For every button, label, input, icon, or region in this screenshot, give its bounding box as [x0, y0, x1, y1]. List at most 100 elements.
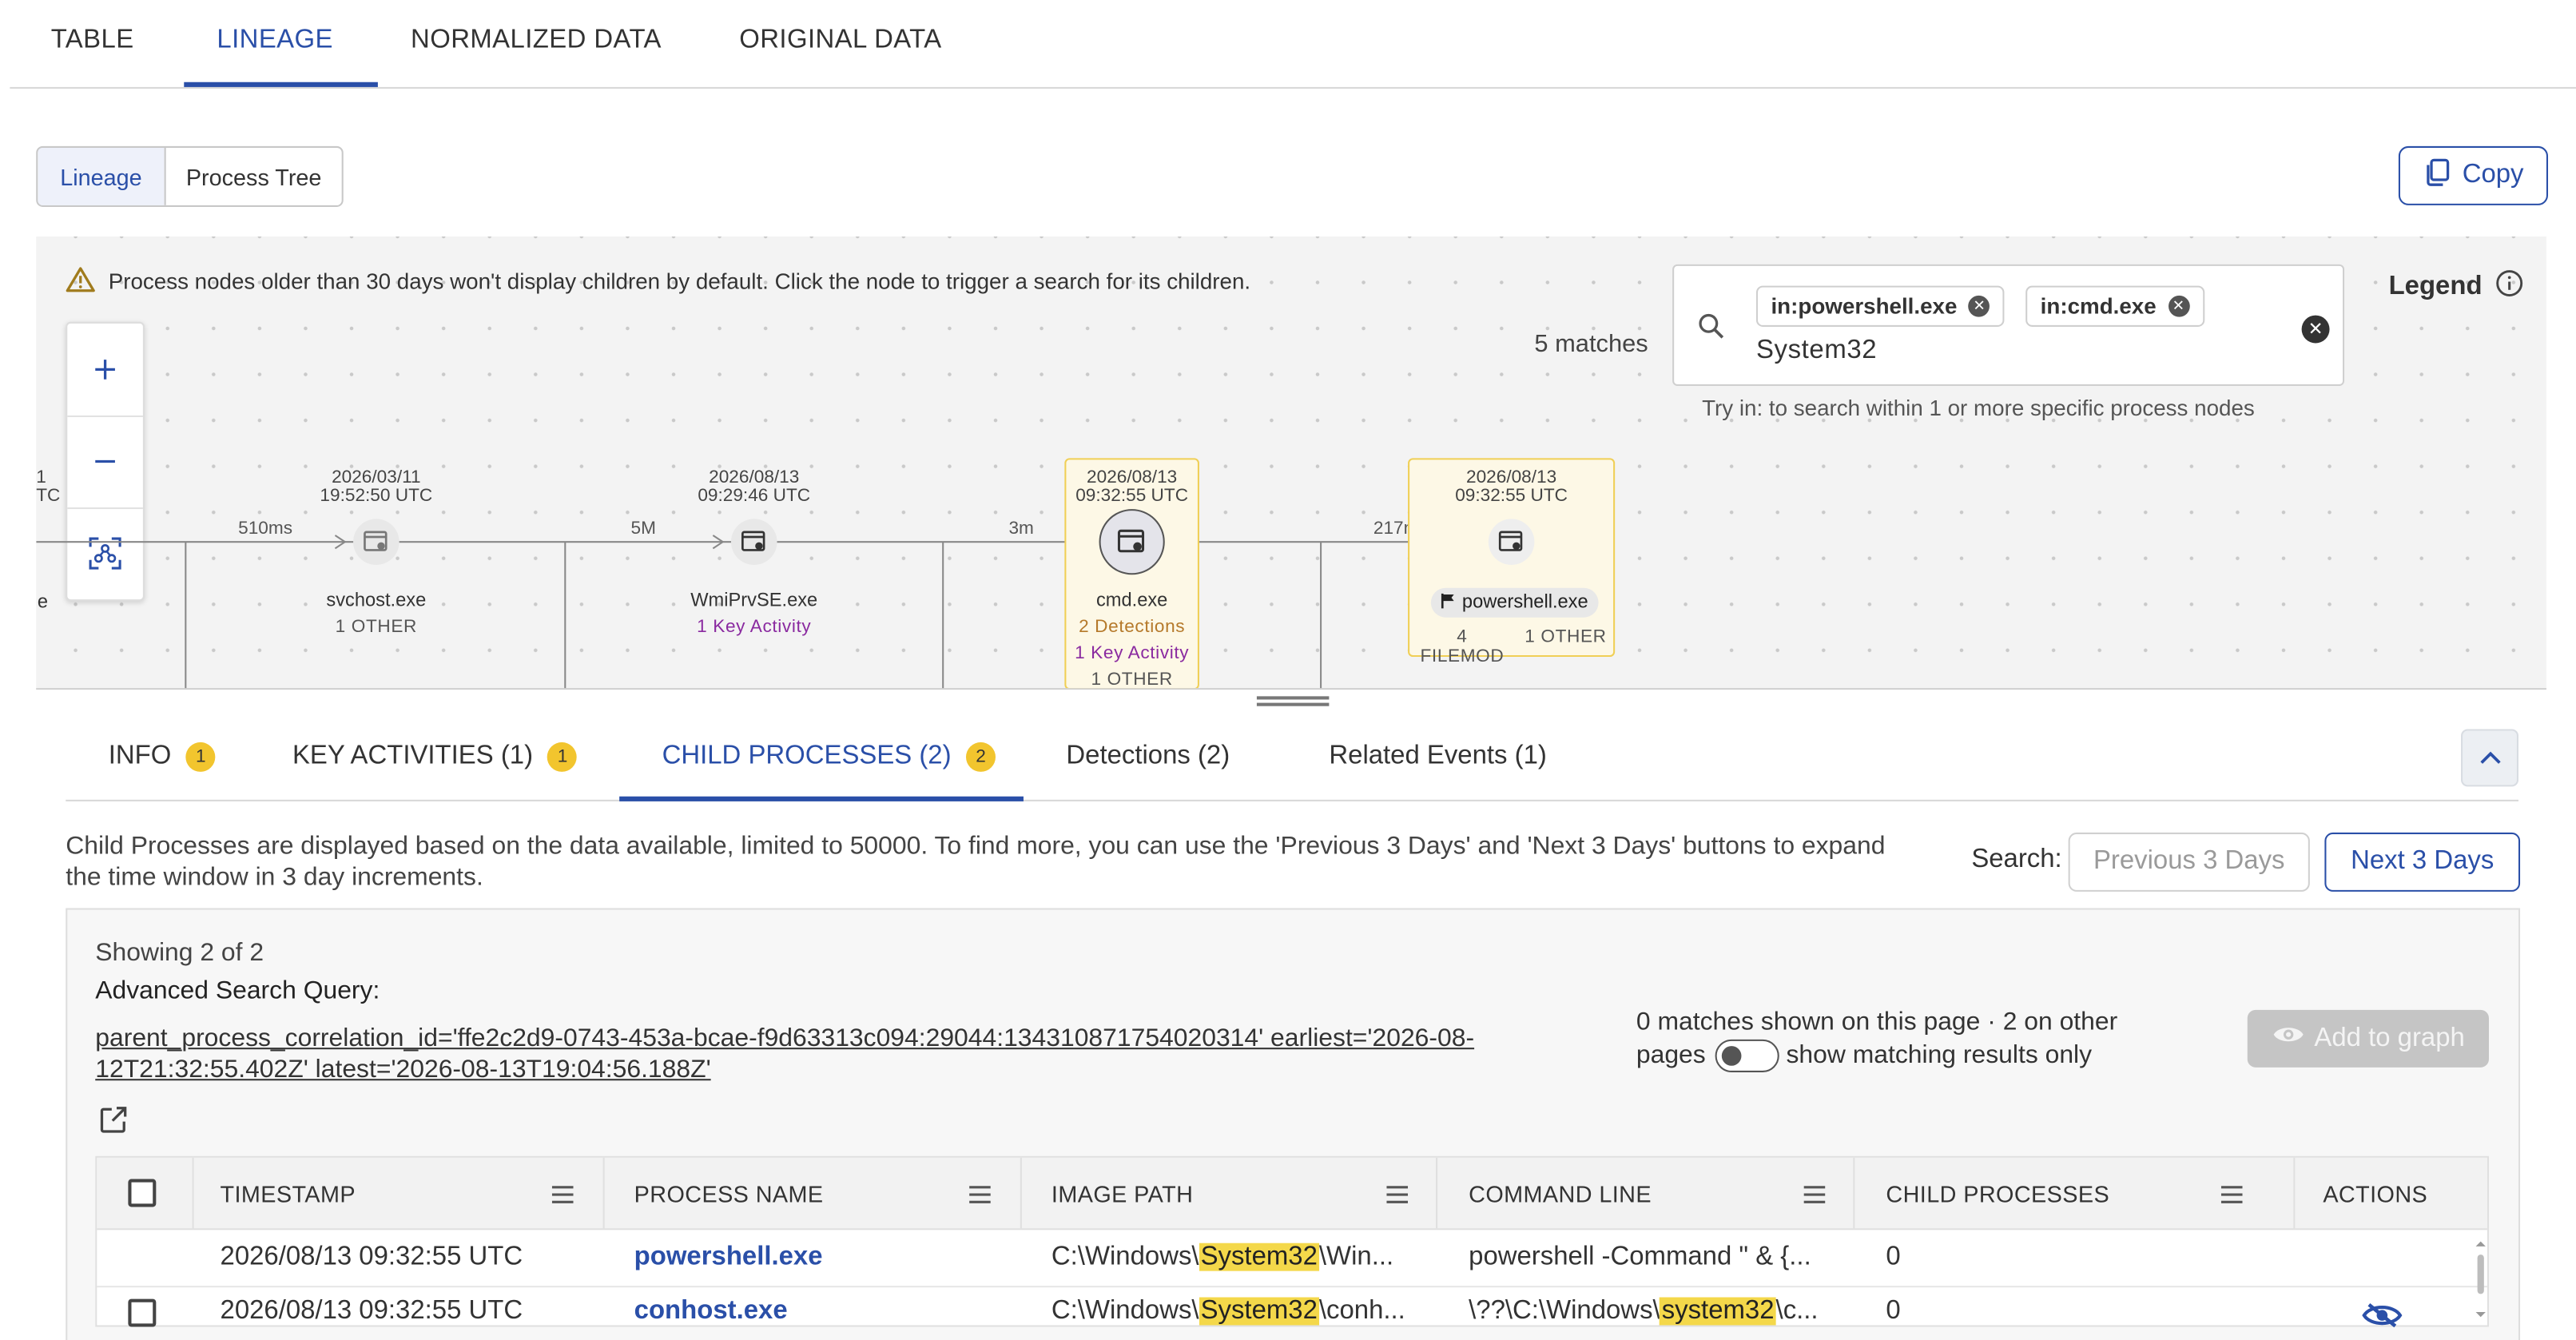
cell-process-name-link[interactable]: conhost.exe	[634, 1298, 788, 1327]
tab-related-events[interactable]: Related Events (1)	[1329, 742, 1546, 772]
edge-duration: 510ms	[238, 519, 293, 539]
edge-duration: 3m	[1008, 519, 1034, 539]
hide-icon[interactable]	[2361, 1302, 2403, 1337]
lineage-graph[interactable]: Process nodes older than 30 days won't d…	[36, 236, 2546, 690]
node-date: 2026/03/11	[332, 467, 421, 488]
copy-icon	[2423, 157, 2452, 194]
tab-table[interactable]: TABLE	[51, 26, 134, 56]
column-divider	[1853, 1157, 1855, 1229]
search-highlight: System32	[1199, 1243, 1319, 1271]
column-header-timestamp[interactable]: TIMESTAMP	[221, 1181, 356, 1207]
tab-label: Detections (2)	[1066, 742, 1230, 770]
column-menu-icon[interactable]	[969, 1183, 991, 1212]
process-window-icon	[364, 531, 388, 551]
tab-child-processes[interactable]: CHILD PROCESSES (2) 2	[662, 742, 996, 772]
view-toggle: Lineage Process Tree	[36, 145, 344, 207]
process-node-svchost[interactable]	[353, 519, 400, 565]
tab-label: KEY ACTIVITIES (1)	[292, 742, 534, 770]
previous-3-days-button[interactable]: Previous 3 Days	[2068, 832, 2310, 892]
tab-info[interactable]: INFO 1	[109, 742, 216, 772]
tab-original-data[interactable]: ORIGINAL DATA	[739, 26, 941, 56]
node-other-count: 1 OTHER	[1091, 670, 1173, 690]
active-tab-indicator	[184, 82, 378, 87]
count-badge: 1	[547, 742, 578, 772]
path-segment: \conh...	[1318, 1297, 1405, 1326]
command-segment: \??\C:\Windows\	[1469, 1297, 1660, 1326]
column-header-process-name[interactable]: PROCESS NAME	[634, 1181, 824, 1207]
search-label: Search:	[1971, 845, 2062, 874]
process-node-powershell[interactable]	[1488, 519, 1535, 565]
column-menu-icon[interactable]	[1803, 1183, 1826, 1212]
panel-resize-handle[interactable]	[1256, 696, 1330, 706]
edge-duration: 5M	[630, 519, 656, 539]
node-date: 2026/08/13	[709, 467, 800, 488]
node-date-fragment: 1	[36, 467, 46, 488]
node-time: 09:32:55 UTC	[1075, 486, 1189, 506]
copy-label: Copy	[2462, 161, 2524, 189]
column-header-actions: ACTIONS	[2323, 1180, 2428, 1207]
lineage-view-button[interactable]: Lineage	[38, 147, 166, 205]
node-time: 19:52:50 UTC	[320, 486, 433, 506]
advanced-query-label: Advanced Search Query:	[95, 976, 380, 1005]
node-other-count: 1 OTHER	[335, 617, 418, 638]
column-divider	[192, 1157, 194, 1229]
node-date: 2026/08/13	[1087, 467, 1178, 488]
process-window-icon	[1498, 531, 1523, 551]
node-name: cmd.exe	[1095, 590, 1168, 611]
column-header-command-line[interactable]: COMMAND LINE	[1469, 1181, 1652, 1207]
column-menu-icon[interactable]	[2220, 1183, 2243, 1212]
process-tree-view-button[interactable]: Process Tree	[166, 148, 342, 205]
node-time: 09:29:46 UTC	[698, 486, 811, 506]
advanced-query-link[interactable]: parent_process_correlation_id='ffe2c2d9-…	[95, 1023, 1607, 1085]
node-other-count: 1 OTHER	[1525, 627, 1607, 647]
path-segment: \Win...	[1318, 1243, 1394, 1271]
match-summary: 0 matches shown on this page · 2 on othe…	[1636, 1007, 2179, 1072]
row-checkbox[interactable]	[128, 1298, 157, 1327]
count-badge: 1	[185, 742, 216, 772]
tab-detections[interactable]: Detections (2)	[1066, 742, 1230, 772]
node-name-pill: powershell.exe	[1430, 587, 1599, 618]
process-window-icon	[1117, 529, 1145, 553]
node-time: 09:32:55 UTC	[1455, 486, 1568, 506]
tab-label: Related Events (1)	[1329, 742, 1547, 770]
column-header-image-path[interactable]: IMAGE PATH	[1051, 1181, 1193, 1207]
cell-timestamp: 2026/08/13 09:32:55 UTC	[220, 1297, 523, 1326]
node-name: svchost.exe	[326, 590, 427, 611]
search-highlight: system32	[1660, 1297, 1776, 1325]
tab-divider	[66, 799, 2519, 801]
eye-icon	[2272, 1023, 2304, 1054]
next-3-days-button[interactable]: Next 3 Days	[2324, 832, 2521, 892]
cell-child-processes: 0	[1886, 1243, 1901, 1271]
external-link-icon[interactable]	[98, 1105, 128, 1143]
column-menu-icon[interactable]	[551, 1183, 574, 1212]
collapse-panel-button[interactable]	[2461, 729, 2519, 787]
tab-key-activities[interactable]: KEY ACTIVITIES (1) 1	[292, 742, 578, 772]
tab-label: INFO	[108, 742, 172, 770]
flag-icon	[1441, 592, 1456, 614]
column-divider	[602, 1157, 605, 1229]
column-divider	[1436, 1157, 1438, 1229]
process-node-cmd[interactable]	[1099, 509, 1165, 575]
node-filemod-count: 4 FILEMOD	[1420, 627, 1505, 667]
node-date: 2026/08/13	[1466, 467, 1557, 488]
cell-process-name-link[interactable]: powershell.exe	[634, 1243, 823, 1273]
add-to-graph-label: Add to graph	[2314, 1024, 2465, 1052]
show-matching-toggle[interactable]	[1715, 1039, 1780, 1072]
child-processes-description: Child Processes are displayed based on t…	[66, 832, 1886, 892]
match-summary-line: 0 matches shown on this page · 2 on othe…	[1636, 1008, 2118, 1036]
path-segment: C:\Windows\	[1051, 1243, 1199, 1271]
select-all-checkbox[interactable]	[128, 1179, 157, 1207]
add-to-graph-button[interactable]: Add to graph	[2247, 1009, 2489, 1068]
active-tab-indicator	[619, 796, 1024, 801]
process-node-wmiprvse[interactable]	[730, 519, 777, 565]
cell-image-path: C:\Windows\ System32 \Win...	[1051, 1243, 1393, 1273]
node-name: WmiPrvSE.exe	[690, 590, 818, 611]
showing-count: Showing 2 of 2	[95, 939, 264, 968]
copy-button[interactable]: Copy	[2398, 145, 2549, 205]
tab-normalized-data[interactable]: NORMALIZED DATA	[411, 26, 662, 56]
chevron-up-icon	[2479, 751, 2500, 764]
table-scrollbar[interactable]	[2472, 1236, 2489, 1322]
column-header-child-processes[interactable]: CHILD PROCESSES	[1886, 1181, 2109, 1207]
tab-lineage[interactable]: LINEAGE	[217, 26, 333, 56]
column-menu-icon[interactable]	[1386, 1183, 1409, 1212]
